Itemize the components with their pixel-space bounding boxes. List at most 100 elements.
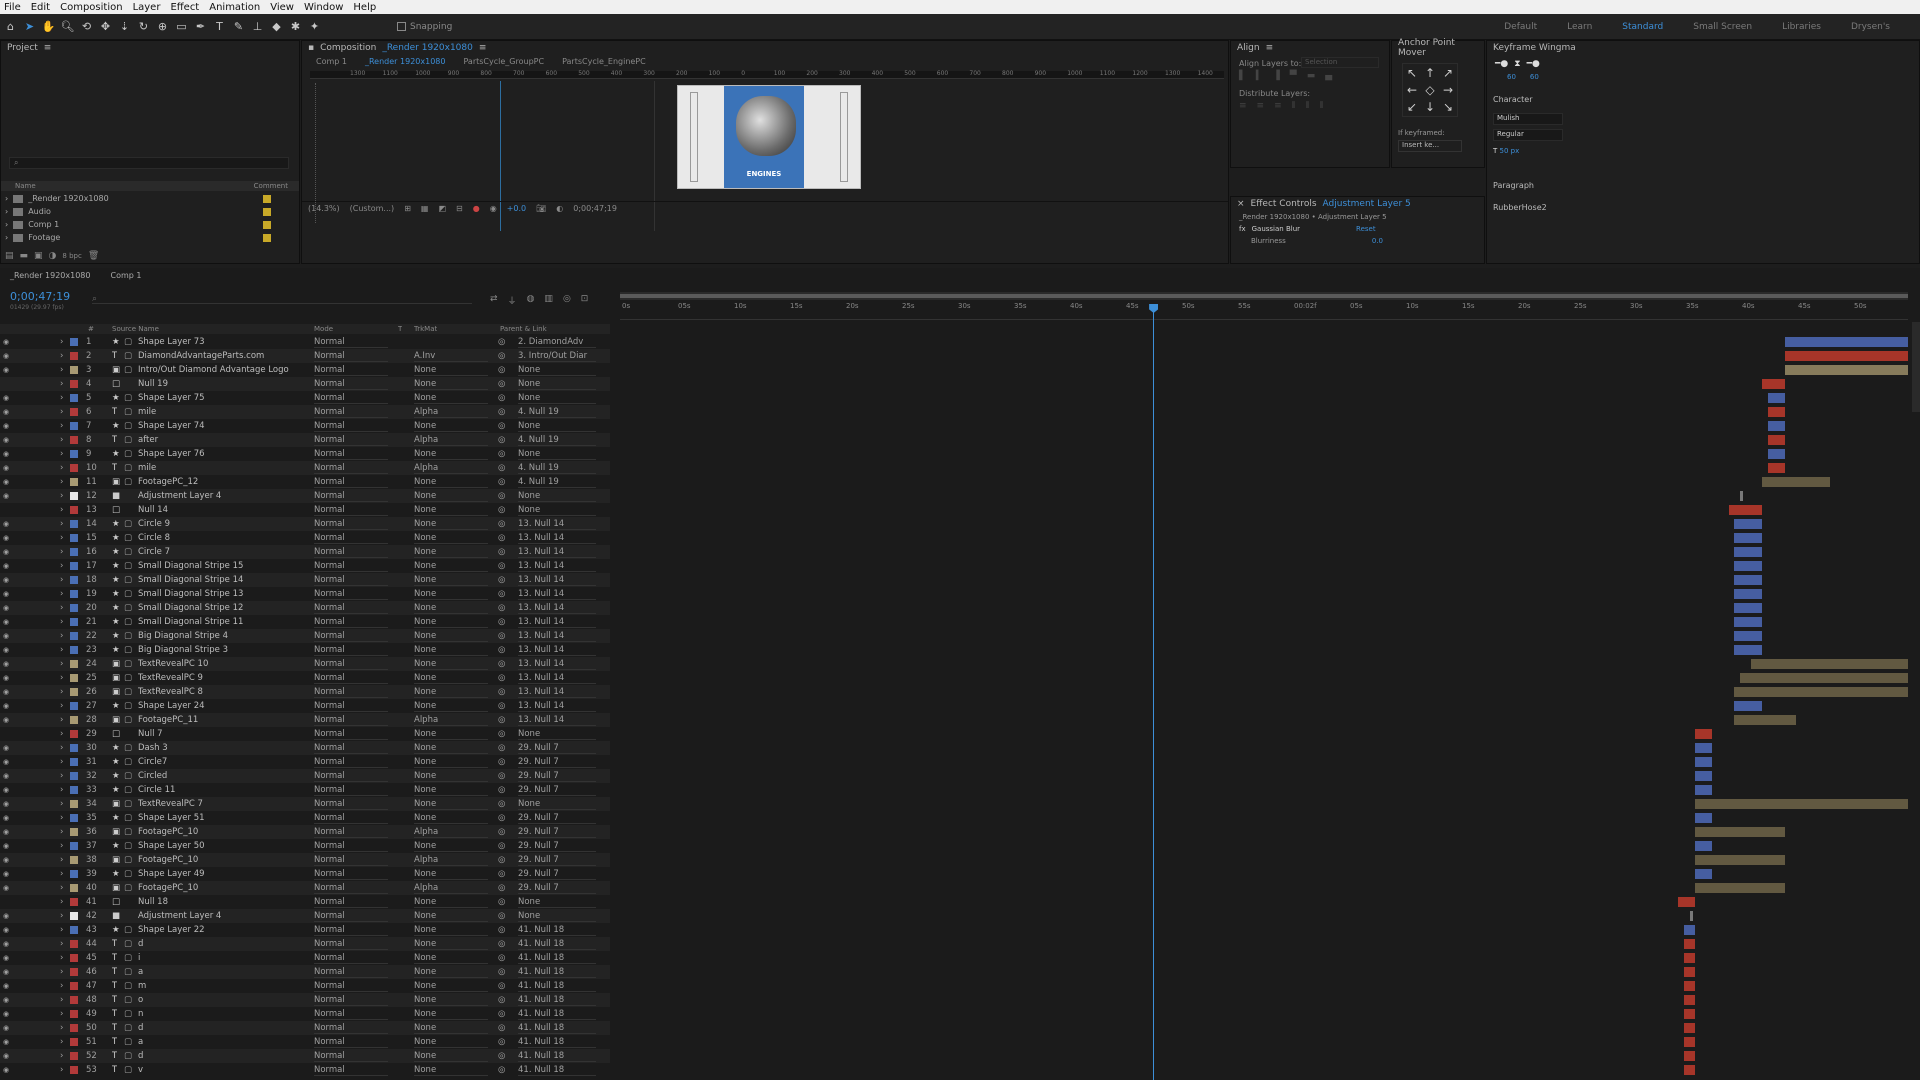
blend-mode-dropdown[interactable]: Normal — [314, 939, 388, 950]
project-item[interactable]: › Comp 1 — [1, 218, 299, 231]
track-matte-dropdown[interactable]: None — [414, 449, 488, 460]
distribute-bottom-icon[interactable]: ≡ — [1274, 101, 1282, 111]
eye-icon[interactable]: ◉ — [3, 520, 9, 528]
panel-menu-icon[interactable]: ≡ — [1266, 43, 1274, 53]
track-matte-dropdown[interactable]: None — [414, 967, 488, 978]
parent-dropdown[interactable]: 13. Null 14 — [518, 701, 596, 712]
label-color-swatch[interactable] — [70, 926, 78, 934]
expand-arrow-icon[interactable]: › — [60, 939, 63, 949]
pick-whip-icon[interactable]: ◎ — [498, 631, 505, 641]
track-matte-dropdown[interactable]: None — [414, 645, 488, 656]
expand-arrow-icon[interactable]: › — [60, 505, 63, 515]
snapping-checkbox[interactable] — [397, 22, 406, 31]
parent-dropdown[interactable]: 13. Null 14 — [518, 687, 596, 698]
comp-tab[interactable]: _Render 1920x1080 — [365, 57, 445, 69]
parent-dropdown[interactable]: 4. Null 19 — [518, 463, 596, 474]
layer-duration-bar[interactable] — [1734, 561, 1763, 571]
layer-name[interactable]: o — [138, 995, 308, 1005]
layer-name[interactable]: Shape Layer 51 — [138, 813, 308, 823]
blend-mode-dropdown[interactable]: Normal — [314, 743, 388, 754]
pick-whip-icon[interactable]: ◎ — [498, 393, 505, 403]
blend-mode-dropdown[interactable]: Normal — [314, 757, 388, 768]
expand-arrow-icon[interactable]: › — [60, 673, 63, 683]
blend-mode-dropdown[interactable]: Normal — [314, 841, 388, 852]
pick-whip-icon[interactable]: ◎ — [498, 519, 505, 529]
label-color-swatch[interactable] — [70, 646, 78, 654]
pick-whip-icon[interactable]: ◎ — [498, 477, 505, 487]
blend-mode-dropdown[interactable]: Normal — [314, 1037, 388, 1048]
blend-mode-dropdown[interactable]: Normal — [314, 701, 388, 712]
layer-row[interactable]: ◉ › 25 ▣ ▢ TextRevealPC 9 Normal None ◎ 13. Null … — [0, 671, 610, 685]
layer-name[interactable]: mile — [138, 463, 308, 473]
track-matte-dropdown[interactable]: None — [414, 757, 488, 768]
playhead-line[interactable] — [1149, 304, 1159, 1080]
track-matte-dropdown[interactable]: None — [414, 995, 488, 1006]
layer-duration-bar[interactable] — [1734, 589, 1763, 599]
layer-duration-bar[interactable] — [1695, 799, 1908, 809]
label-color-swatch[interactable] — [263, 220, 271, 229]
eye-icon[interactable]: ◉ — [3, 366, 9, 374]
pick-whip-icon[interactable]: ◎ — [498, 645, 505, 655]
track-matte-dropdown[interactable]: None — [414, 925, 488, 936]
pick-whip-icon[interactable]: ◎ — [498, 547, 505, 557]
layer-row[interactable]: ◉ › 16 ★ ▢ Circle 7 Normal None ◎ 13. Null 14 — [0, 545, 610, 559]
layer-row[interactable]: ◉ › 48 T ▢ o Normal None ◎ 41. Null 18 — [0, 993, 610, 1007]
blend-mode-dropdown[interactable]: Normal — [314, 505, 388, 516]
blend-mode-dropdown[interactable]: Normal — [314, 407, 388, 418]
label-color-swatch[interactable] — [70, 716, 78, 724]
eye-icon[interactable]: ◉ — [3, 352, 9, 360]
effect-reset-button[interactable]: Reset — [1356, 225, 1376, 233]
eye-icon[interactable]: ◉ — [3, 968, 9, 976]
menu-layer[interactable]: Layer — [133, 2, 161, 13]
pick-whip-icon[interactable]: ◎ — [498, 659, 505, 669]
layer-name[interactable]: Null 7 — [138, 729, 308, 739]
label-color-swatch[interactable] — [70, 968, 78, 976]
track-matte-dropdown[interactable]: None — [414, 477, 488, 488]
blend-mode-dropdown[interactable]: Normal — [314, 617, 388, 628]
track-matte-dropdown[interactable]: Alpha — [414, 715, 488, 726]
layer-duration-bar[interactable] — [1684, 1051, 1696, 1061]
layer-name[interactable]: a — [138, 967, 308, 977]
layer-row[interactable]: ◉ › 28 ▣ ▢ FootagePC_11 Normal Alpha ◎ 13. Null 1… — [0, 713, 610, 727]
font-size-value[interactable]: 50 px — [1500, 147, 1520, 155]
layer-row[interactable]: ◉ › 17 ★ ▢ Small Diagonal Stripe 15 Normal None… — [0, 559, 610, 573]
eye-icon[interactable]: ◉ — [3, 590, 9, 598]
pick-whip-icon[interactable]: ◎ — [498, 1051, 505, 1061]
expand-arrow-icon[interactable]: › — [60, 855, 63, 865]
parent-dropdown[interactable]: 13. Null 14 — [518, 533, 596, 544]
expand-arrow-icon[interactable]: › — [60, 897, 63, 907]
pick-whip-icon[interactable]: ◎ — [498, 883, 505, 893]
layer-duration-bar[interactable] — [1734, 617, 1763, 627]
pick-whip-icon[interactable]: ◎ — [498, 729, 505, 739]
track-matte-dropdown[interactable]: None — [414, 505, 488, 516]
layer-name[interactable]: Circle 7 — [138, 547, 308, 557]
panel-menu-icon[interactable]: ≡ — [44, 43, 52, 53]
layer-row[interactable]: › 41 □ Null 18 Normal None ◎ None — [0, 895, 610, 909]
label-color-swatch[interactable] — [263, 233, 271, 242]
expand-arrow-icon[interactable]: › — [60, 617, 63, 627]
expand-arrow-icon[interactable]: › — [60, 407, 63, 417]
eye-icon[interactable]: ◉ — [3, 912, 9, 920]
track-matte-dropdown[interactable]: None — [414, 575, 488, 586]
label-color-swatch[interactable] — [70, 772, 78, 780]
layer-duration-bar[interactable] — [1684, 953, 1696, 963]
parent-dropdown[interactable]: 13. Null 14 — [518, 603, 596, 614]
parent-dropdown[interactable]: 4. Null 19 — [518, 407, 596, 418]
parent-dropdown[interactable]: 2. DiamondAdv — [518, 337, 596, 348]
pick-whip-icon[interactable]: ◎ — [498, 351, 505, 361]
layer-row[interactable]: ◉ › 20 ★ ▢ Small Diagonal Stripe 12 Normal None… — [0, 601, 610, 615]
track-matte-dropdown[interactable]: None — [414, 617, 488, 628]
eye-icon[interactable]: ◉ — [3, 786, 9, 794]
layer-row[interactable]: ◉ › 12 ■ Adjustment Layer 4 Normal None ◎ None — [0, 489, 610, 503]
layer-duration-bar[interactable] — [1695, 757, 1712, 767]
layer-name[interactable]: Small Diagonal Stripe 12 — [138, 603, 308, 613]
expand-arrow-icon[interactable]: › — [5, 194, 8, 203]
track-matte-dropdown[interactable]: None — [414, 379, 488, 390]
label-color-swatch[interactable] — [70, 702, 78, 710]
parent-dropdown[interactable]: 29. Null 7 — [518, 771, 596, 782]
distribute-top-icon[interactable]: ≡ — [1239, 101, 1247, 111]
label-color-swatch[interactable] — [70, 1038, 78, 1046]
color-channels-icon[interactable]: ● — [473, 204, 480, 213]
pick-whip-icon[interactable]: ◎ — [498, 673, 505, 683]
expand-arrow-icon[interactable]: › — [60, 393, 63, 403]
